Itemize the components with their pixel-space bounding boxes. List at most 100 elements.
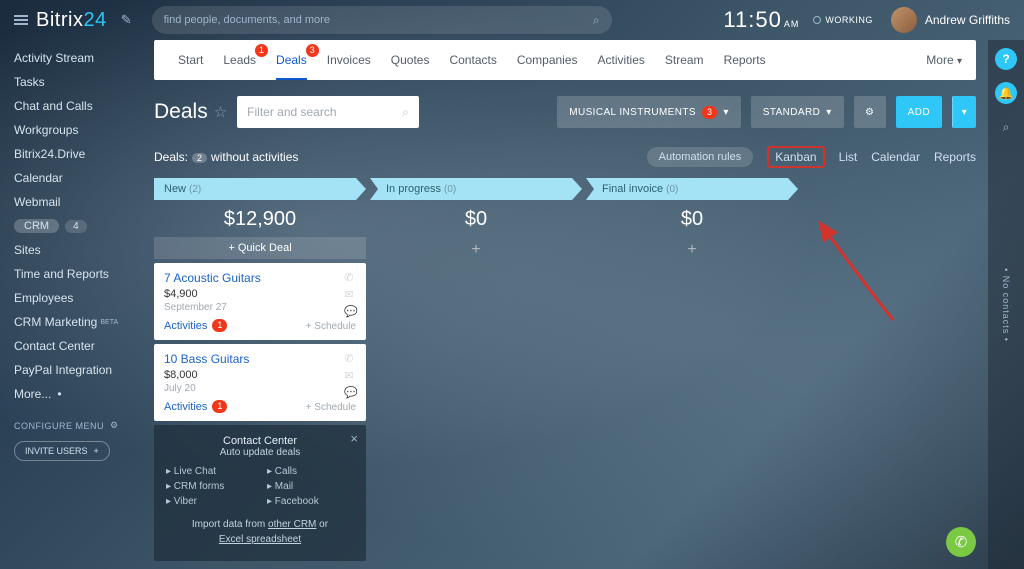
import-text: Import data from other CRM orExcel sprea… bbox=[166, 517, 354, 547]
view-kanban[interactable]: Kanban bbox=[767, 146, 824, 168]
sidebar-item-webmail[interactable]: Webmail bbox=[14, 190, 140, 214]
filter-input[interactable] bbox=[247, 105, 402, 119]
pipeline-select[interactable]: MUSICAL INSTRUMENTS3▾ bbox=[557, 96, 741, 128]
deal-date: September 27 bbox=[164, 302, 356, 313]
gear-icon: ⚙ bbox=[865, 107, 874, 118]
view-list[interactable]: List bbox=[839, 150, 858, 164]
cc-subtitle: Auto update deals bbox=[166, 447, 354, 458]
mail-icon[interactable]: ✉ bbox=[344, 288, 358, 301]
chevron-down-icon: ▾ bbox=[723, 107, 728, 118]
column-total: $12,900 bbox=[154, 200, 366, 237]
add-card[interactable]: + bbox=[586, 237, 798, 263]
mail-icon[interactable]: ✉ bbox=[344, 369, 358, 382]
schedule-link[interactable]: + Schedule bbox=[306, 321, 356, 332]
cc-item[interactable]: ▸ Live Chat bbox=[166, 466, 253, 477]
clock: 11:50AM bbox=[723, 7, 799, 33]
tab-stream[interactable]: Stream bbox=[655, 40, 714, 80]
sidebar-item-more-[interactable]: More...• bbox=[14, 382, 140, 406]
sidebar-item-crm[interactable]: CRM4 bbox=[14, 214, 140, 238]
close-icon[interactable]: × bbox=[350, 431, 358, 446]
deal-price: $4,900 bbox=[164, 288, 356, 300]
kanban-column: Final invoice(0)$0+ bbox=[586, 178, 798, 263]
sidebar-item-crm-marketing[interactable]: CRM MarketingBETA bbox=[14, 310, 140, 334]
avatar[interactable] bbox=[891, 7, 917, 33]
sidebar-item-calendar[interactable]: Calendar bbox=[14, 166, 140, 190]
settings-button[interactable]: ⚙ bbox=[854, 96, 886, 128]
column-header[interactable]: In progress(0) bbox=[370, 178, 582, 200]
crm-tabs: StartLeads1Deals3InvoicesQuotesContactsC… bbox=[154, 40, 976, 80]
view-reports[interactable]: Reports bbox=[934, 150, 976, 164]
tabs-more[interactable]: More ▾ bbox=[926, 53, 962, 67]
deal-card[interactable]: ✆✉💬7 Acoustic Guitars$4,900September 27A… bbox=[154, 263, 366, 340]
tab-invoices[interactable]: Invoices bbox=[317, 40, 381, 80]
deal-title: 7 Acoustic Guitars bbox=[164, 271, 356, 285]
phone-icon[interactable]: ✆ bbox=[344, 271, 358, 284]
tab-start[interactable]: Start bbox=[168, 40, 213, 80]
tab-quotes[interactable]: Quotes bbox=[381, 40, 440, 80]
add-card[interactable]: + bbox=[370, 237, 582, 263]
sidebar: Activity StreamTasksChat and CallsWorkgr… bbox=[0, 40, 148, 569]
kanban-column: In progress(0)$0+ bbox=[370, 178, 582, 263]
kanban-column: New(2)$12,900+ Quick Deal ✆ ✉ 💬 7 Acoustic G… bbox=[154, 178, 366, 561]
tab-companies[interactable]: Companies bbox=[507, 40, 588, 80]
phone-fab[interactable]: ✆ bbox=[946, 527, 976, 557]
page-title: Deals☆ bbox=[154, 100, 227, 124]
menu-toggle[interactable] bbox=[14, 13, 28, 27]
tab-contacts[interactable]: Contacts bbox=[439, 40, 506, 80]
pencil-icon[interactable]: ✎ bbox=[121, 12, 132, 28]
view-calendar[interactable]: Calendar bbox=[871, 150, 920, 164]
cc-item[interactable]: ▸ Facebook bbox=[267, 496, 354, 507]
tab-leads[interactable]: Leads1 bbox=[213, 40, 266, 80]
column-total: $0 bbox=[586, 200, 798, 237]
cc-item[interactable]: ▸ Viber bbox=[166, 496, 253, 507]
notifications-button[interactable]: 🔔 bbox=[995, 82, 1017, 104]
rail-search[interactable]: ⌕ bbox=[995, 116, 1017, 138]
sidebar-item-activity-stream[interactable]: Activity Stream bbox=[14, 46, 140, 70]
sidebar-item-chat-and-calls[interactable]: Chat and Calls bbox=[14, 94, 140, 118]
column-header[interactable]: Final invoice(0) bbox=[586, 178, 798, 200]
sidebar-item-paypal-integration[interactable]: PayPal Integration bbox=[14, 358, 140, 382]
sidebar-item-sites[interactable]: Sites bbox=[14, 238, 140, 262]
deals-count-label: Deals:2without activities bbox=[154, 150, 298, 164]
quick-deal[interactable]: + Quick Deal bbox=[154, 237, 366, 259]
star-icon[interactable]: ☆ bbox=[214, 103, 227, 121]
phone-icon[interactable]: ✆ bbox=[344, 352, 358, 365]
tab-reports[interactable]: Reports bbox=[714, 40, 776, 80]
working-status[interactable]: WORKING bbox=[813, 15, 873, 25]
tab-activities[interactable]: Activities bbox=[588, 40, 655, 80]
sidebar-item-tasks[interactable]: Tasks bbox=[14, 70, 140, 94]
search-icon: ⌕ bbox=[593, 13, 600, 28]
sidebar-item-workgroups[interactable]: Workgroups bbox=[14, 118, 140, 142]
sidebar-item-time-and-reports[interactable]: Time and Reports bbox=[14, 262, 140, 286]
cc-item[interactable]: ▸ Calls bbox=[267, 466, 354, 477]
configure-menu[interactable]: CONFIGURE MENU⚙ bbox=[14, 420, 140, 431]
view-select[interactable]: STANDARD▾ bbox=[751, 96, 844, 128]
sidebar-item-bitrix24-drive[interactable]: Bitrix24.Drive bbox=[14, 142, 140, 166]
logo[interactable]: Bitrix24 bbox=[36, 9, 107, 32]
sidebar-item-employees[interactable]: Employees bbox=[14, 286, 140, 310]
sidebar-item-contact-center[interactable]: Contact Center bbox=[14, 334, 140, 358]
add-button[interactable]: ADD bbox=[896, 96, 942, 128]
add-dropdown[interactable]: ▾ bbox=[952, 96, 976, 128]
cc-item[interactable]: ▸ Mail bbox=[267, 481, 354, 492]
global-search-input[interactable] bbox=[164, 14, 593, 26]
deal-card[interactable]: ✆✉💬10 Bass Guitars$8,000July 20Activitie… bbox=[154, 344, 366, 421]
automation-rules[interactable]: Automation rules bbox=[647, 147, 754, 167]
cc-item[interactable]: ▸ CRM forms bbox=[166, 481, 253, 492]
global-search[interactable]: ⌕ bbox=[152, 6, 612, 34]
filter-search[interactable]: ⌕ bbox=[237, 96, 419, 128]
username[interactable]: Andrew Griffiths bbox=[925, 13, 1010, 27]
cc-title: Contact Center bbox=[166, 435, 354, 447]
tab-deals[interactable]: Deals3 bbox=[266, 40, 317, 80]
help-button[interactable]: ? bbox=[995, 48, 1017, 70]
import-other-crm[interactable]: other CRM bbox=[268, 519, 316, 530]
schedule-link[interactable]: + Schedule bbox=[306, 402, 356, 413]
column-header[interactable]: New(2) bbox=[154, 178, 366, 200]
chevron-down-icon: ▾ bbox=[826, 107, 831, 118]
deal-price: $8,000 bbox=[164, 369, 356, 381]
chat-icon[interactable]: 💬 bbox=[344, 386, 358, 399]
chat-icon[interactable]: 💬 bbox=[344, 305, 358, 318]
invite-users[interactable]: INVITE USERS+ bbox=[14, 441, 110, 461]
import-excel[interactable]: Excel spreadsheet bbox=[219, 534, 301, 545]
gear-icon: ⚙ bbox=[110, 420, 119, 431]
